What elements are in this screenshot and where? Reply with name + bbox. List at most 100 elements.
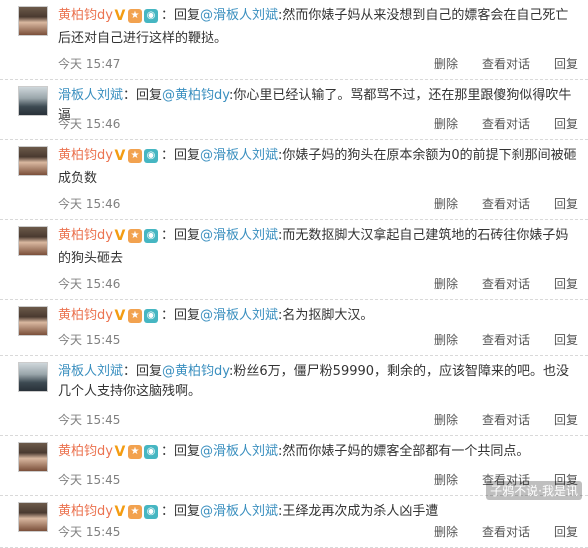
avatar[interactable] (18, 86, 48, 116)
camera-icon: ◉ (144, 9, 158, 23)
club-icon: ★ (128, 445, 142, 459)
reply-button[interactable]: 回复 (554, 413, 578, 427)
reply-prefix: ：回复 (161, 504, 200, 519)
comment-author[interactable]: 黄柏钧dy (58, 444, 113, 459)
reply-prefix: ：回复 (161, 308, 200, 323)
comment-author[interactable]: 黄柏钧dy (58, 8, 113, 23)
comment-item: 黄柏钧dyV★◉：回复@滑板人刘斌:而无数抠脚大汉拿起自己建筑地的石砖往你婊子妈… (0, 220, 588, 300)
comment-time: 今天 15:45 (58, 471, 120, 489)
reply-prefix: ：回复 (123, 364, 162, 379)
avatar[interactable] (18, 502, 48, 532)
comment-meta: 今天 15:45删除查看对话回复 (58, 523, 578, 541)
watermark: 子鸦不说·我是讯 (486, 481, 582, 500)
reply-to-link[interactable]: @滑板人刘斌 (200, 444, 278, 459)
comment-time: 今天 15:46 (58, 195, 120, 213)
avatar[interactable] (18, 6, 48, 36)
comment-item: 滑板人刘斌：回复@黄柏钧dy:粉丝6万，僵尸粉59990，剩余的，应该智障来的吧… (0, 356, 588, 436)
comment-body: 黄柏钧dyV★◉：回复@滑板人刘斌:名为抠脚大汉。 (58, 306, 578, 329)
delete-button[interactable]: 删除 (434, 333, 458, 347)
view-dialog-button[interactable]: 查看对话 (482, 277, 530, 291)
reply-button[interactable]: 回复 (554, 57, 578, 71)
view-dialog-button[interactable]: 查看对话 (482, 413, 530, 427)
comment-author[interactable]: 黄柏钧dy (58, 504, 113, 519)
comment-meta: 今天 15:47删除查看对话回复 (58, 55, 578, 73)
user-badges: V★◉ (114, 149, 160, 169)
avatar[interactable] (18, 146, 48, 176)
camera-icon: ◉ (144, 149, 158, 163)
comment-author[interactable]: 滑板人刘斌 (58, 88, 123, 103)
reply-button[interactable]: 回复 (554, 525, 578, 539)
comment-item: 黄柏钧dyV★◉：回复@滑板人刘斌:王绎龙再次成为杀人凶手遭今天 15:45删除… (0, 496, 588, 548)
comment-actions: 删除 查看对话 回复 (410, 55, 578, 73)
delete-button[interactable]: 删除 (434, 117, 458, 131)
avatar[interactable] (18, 226, 48, 256)
view-dialog-button[interactable]: 查看对话 (482, 525, 530, 539)
comment-author[interactable]: 黄柏钧dy (58, 148, 113, 163)
comment-body: 黄柏钧dyV★◉：回复@滑板人刘斌:然而你婊子妈从来没想到自己的嫖客会在自己死亡… (58, 6, 578, 49)
reply-to-link[interactable]: @滑板人刘斌 (200, 504, 278, 519)
delete-button[interactable]: 删除 (434, 197, 458, 211)
view-dialog-button[interactable]: 查看对话 (482, 197, 530, 211)
delete-button[interactable]: 删除 (434, 277, 458, 291)
delete-button[interactable]: 删除 (434, 525, 458, 539)
comment-meta: 今天 15:46 删除 查看对话 回复 (58, 275, 578, 293)
comment-body: 黄柏钧dyV★◉：回复@滑板人刘斌:你婊子妈的狗头在原本余额为0的前提下刹那间被… (58, 146, 578, 189)
camera-icon: ◉ (144, 505, 158, 519)
club-icon: ★ (128, 149, 142, 163)
comment-meta: 今天 15:46 删除 查看对话 回复 (58, 195, 578, 213)
comment-list: 黄柏钧dyV★◉：回复@滑板人刘斌:然而你婊子妈从来没想到自己的嫖客会在自己死亡… (0, 0, 588, 508)
user-badges: V★◉ (114, 445, 160, 465)
comment-actions: 删除 查看对话 回复 (410, 331, 578, 349)
user-badges: V★◉ (114, 309, 160, 329)
comment-item: 滑板人刘斌：回复@黄柏钧dy:你心里已经认输了。骂都骂不过，还在那里跟傻狗似得吹… (0, 80, 588, 140)
comment-author[interactable]: 黄柏钧dy (58, 308, 113, 323)
reply-to-link[interactable]: @滑板人刘斌 (200, 228, 278, 243)
reply-to-link[interactable]: @黄柏钧dy (162, 88, 229, 103)
comment-body: 黄柏钧dyV★◉：回复@滑板人刘斌:而无数抠脚大汉拿起自己建筑地的石砖往你婊子妈… (58, 226, 578, 269)
view-dialog-button[interactable]: 查看对话 (482, 117, 530, 131)
delete-button[interactable]: 删除 (434, 413, 458, 427)
reply-to-link[interactable]: @滑板人刘斌 (200, 148, 278, 163)
comment-meta: 今天 15:45删除查看对话回复 (58, 331, 578, 349)
comment-item: 黄柏钧dyV★◉：回复@滑板人刘斌:你婊子妈的狗头在原本余额为0的前提下刹那间被… (0, 140, 588, 220)
club-icon: ★ (128, 9, 142, 23)
comment-actions: 删除 查看对话 回复 (410, 275, 578, 293)
user-badges: V★◉ (114, 505, 160, 525)
comment-meta: 今天 15:45 删除 查看对话 回复 (58, 411, 578, 429)
reply-to-link[interactable]: @滑板人刘斌 (200, 8, 278, 23)
reply-button[interactable]: 回复 (554, 333, 578, 347)
reply-to-link[interactable]: @黄柏钧dy (162, 364, 229, 379)
view-dialog-button[interactable]: 查看对话 (482, 333, 530, 347)
verified-icon: V (114, 445, 126, 459)
comment-text: :然而你婊子妈的嫖客全部都有一个共同点。 (278, 444, 529, 459)
comment-actions: 删除 查看对话 回复 (410, 411, 578, 429)
comment-time: 今天 15:46 (58, 115, 120, 133)
verified-icon: V (114, 9, 126, 23)
club-icon: ★ (128, 505, 142, 519)
comment-body: 滑板人刘斌：回复@黄柏钧dy:粉丝6万，僵尸粉59990，剩余的，应该智障来的吧… (58, 362, 578, 402)
camera-icon: ◉ (144, 445, 158, 459)
avatar[interactable] (18, 306, 48, 336)
avatar[interactable] (18, 442, 48, 472)
reply-prefix: ：回复 (123, 88, 162, 103)
avatar[interactable] (18, 362, 48, 392)
reply-button[interactable]: 回复 (554, 197, 578, 211)
reply-prefix: ：回复 (161, 148, 200, 163)
delete-button[interactable]: 删除 (434, 473, 458, 487)
comment-time: 今天 15:46 (58, 275, 120, 293)
reply-button[interactable]: 回复 (554, 277, 578, 291)
reply-button[interactable]: 回复 (554, 117, 578, 131)
verified-icon: V (114, 505, 126, 519)
comment-body: 黄柏钧dyV★◉：回复@滑板人刘斌:然而你婊子妈的嫖客全部都有一个共同点。 (58, 442, 578, 465)
comment-author[interactable]: 滑板人刘斌 (58, 364, 123, 379)
comment-actions: 删除 查看对话 回复 (410, 523, 578, 541)
comment-actions: 删除 查看对话 回复 (410, 195, 578, 213)
reply-to-link[interactable]: @滑板人刘斌 (200, 308, 278, 323)
user-badges: V★◉ (114, 229, 160, 249)
view-dialog-button[interactable]: 查看对话 (482, 57, 530, 71)
comment-time: 今天 15:45 (58, 411, 120, 429)
delete-button[interactable]: 删除 (434, 57, 458, 71)
club-icon: ★ (128, 229, 142, 243)
comment-author[interactable]: 黄柏钧dy (58, 228, 113, 243)
camera-icon: ◉ (144, 309, 158, 323)
